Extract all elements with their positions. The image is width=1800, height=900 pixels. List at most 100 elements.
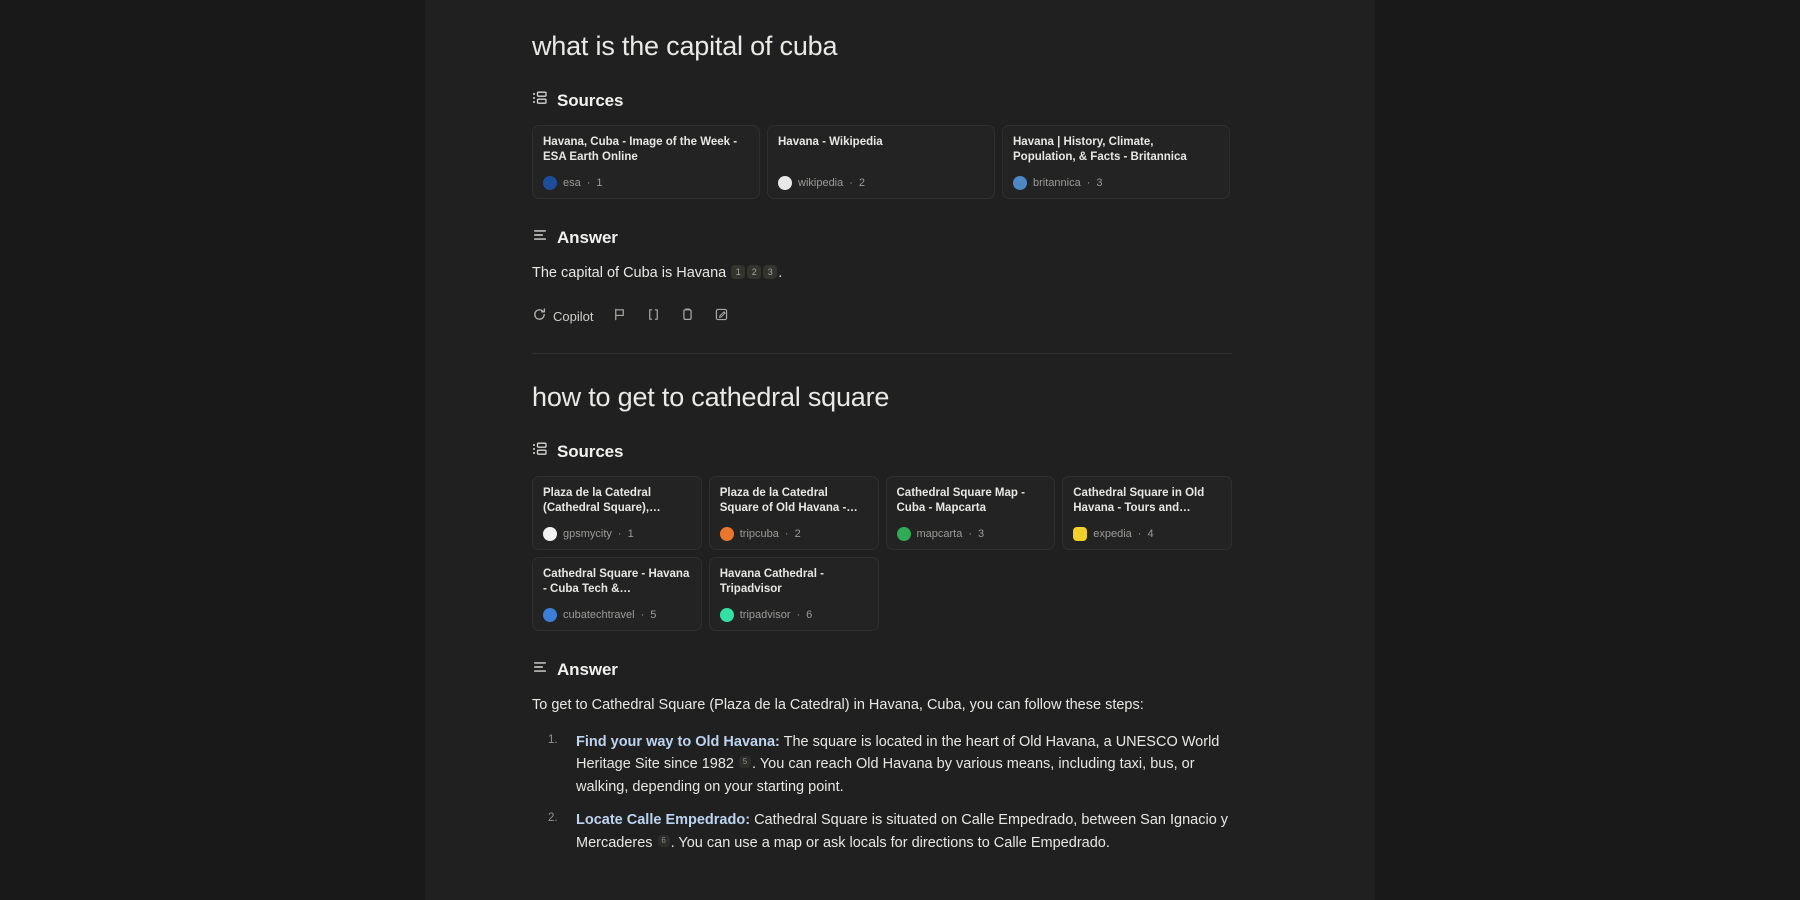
citation-chip[interactable]: 2 — [747, 265, 761, 279]
source-index: 3 — [1096, 177, 1102, 189]
cubatechtravel-icon — [543, 608, 557, 622]
source-index: 1 — [596, 177, 602, 189]
answer-period: . — [778, 265, 782, 281]
source-title: Cathedral Square - Havana - Cuba Tech &… — [543, 567, 691, 596]
copy-button[interactable] — [680, 307, 695, 327]
source-title: Havana - Wikipedia — [778, 135, 984, 150]
brackets-button[interactable] — [646, 307, 661, 327]
source-site: tripcuba — [740, 528, 779, 540]
source-card[interactable]: Plaza de la Catedral (Cathedral Square),… — [532, 476, 702, 550]
source-index: 4 — [1147, 528, 1153, 540]
source-card[interactable]: Cathedral Square Map - Cuba - Mapcarta m… — [886, 476, 1056, 550]
source-title: Havana Cathedral - Tripadvisor — [720, 567, 868, 596]
britannica-icon — [1013, 176, 1027, 190]
source-card[interactable]: Plaza de la Catedral Square of Old Havan… — [709, 476, 879, 550]
answer-sentence: The capital of Cuba is Havana — [532, 265, 726, 281]
sources-label: Sources — [557, 91, 623, 111]
answers-container: what is the capital of cuba Sources Hava… — [532, 0, 1232, 864]
flag-icon — [612, 307, 627, 327]
source-meta: wikipedia · 2 — [778, 176, 984, 190]
answer-heading: Answer — [532, 227, 1232, 248]
source-site: mapcarta — [917, 528, 963, 540]
source-site: britannica — [1033, 177, 1081, 189]
source-site: wikipedia — [798, 177, 843, 189]
refresh-icon — [532, 307, 547, 327]
tripcuba-icon — [720, 527, 734, 541]
sources-stack-icon — [532, 90, 548, 111]
gpsmycity-icon — [543, 527, 557, 541]
source-title: Plaza de la Catedral (Cathedral Square),… — [543, 486, 691, 515]
source-site: tripadvisor — [740, 609, 791, 621]
citation-chip[interactable]: 5 — [739, 756, 751, 768]
list-item: Locate Calle Empedrado: Cathedral Square… — [532, 809, 1232, 855]
flag-button[interactable] — [612, 307, 627, 327]
step-lead: Locate Calle Empedrado: — [576, 812, 750, 828]
source-index: 6 — [806, 609, 812, 621]
answer-actions: Copilot — [532, 307, 1232, 327]
source-index: 1 — [628, 528, 634, 540]
qa-block-2: how to get to cathedral square Sources P… — [532, 354, 1232, 855]
page-title-2: how to get to cathedral square — [532, 381, 1232, 413]
copilot-button[interactable]: Copilot — [532, 307, 593, 327]
citation-chip[interactable]: 6 — [658, 835, 670, 847]
source-meta: mapcarta · 3 — [897, 527, 1045, 541]
edit-icon — [714, 307, 729, 327]
expedia-icon — [1073, 527, 1087, 541]
clipboard-icon — [680, 307, 695, 327]
globe-blue-icon — [543, 176, 557, 190]
tripadvisor-icon — [720, 608, 734, 622]
list-item: Find your way to Old Havana: The square … — [532, 731, 1232, 799]
source-index: 2 — [795, 528, 801, 540]
source-meta: tripadvisor · 6 — [720, 608, 868, 622]
citation-chip[interactable]: 3 — [763, 265, 777, 279]
source-meta: britannica · 3 — [1013, 176, 1219, 190]
source-title: Plaza de la Catedral Square of Old Havan… — [720, 486, 868, 515]
source-title: Havana | History, Climate, Population, &… — [1013, 135, 1219, 164]
answer-lines-icon — [532, 227, 548, 248]
sources-list-1: Havana, Cuba - Image of the Week - ESA E… — [532, 125, 1232, 199]
source-site: expedia — [1093, 528, 1132, 540]
source-site: gpsmycity — [563, 528, 612, 540]
wikipedia-icon — [778, 176, 792, 190]
page-title: what is the capital of cuba — [532, 30, 1232, 62]
answer-label: Answer — [557, 660, 618, 680]
source-card[interactable]: Havana | History, Climate, Population, &… — [1002, 125, 1230, 199]
step-text-2: . You can use a map or ask locals for di… — [671, 835, 1110, 851]
source-title: Havana, Cuba - Image of the Week - ESA E… — [543, 135, 749, 164]
source-index: 2 — [859, 177, 865, 189]
source-card[interactable]: Havana Cathedral - Tripadvisor tripadvis… — [709, 557, 879, 631]
qa-block-1: what is the capital of cuba Sources Hava… — [532, 0, 1232, 354]
source-index: 5 — [650, 609, 656, 621]
source-title: Cathedral Square in Old Havana - Tours a… — [1073, 486, 1221, 515]
sources-heading-2: Sources — [532, 441, 1232, 462]
source-site: esa — [563, 177, 581, 189]
copilot-label: Copilot — [553, 309, 593, 324]
source-meta: esa · 1 — [543, 176, 749, 190]
source-site: cubatechtravel — [563, 609, 635, 621]
edit-button[interactable] — [714, 307, 729, 327]
brackets-icon — [646, 307, 661, 327]
source-meta: gpsmycity · 1 — [543, 527, 691, 541]
citation-chip[interactable]: 1 — [731, 265, 745, 279]
answer-intro: To get to Cathedral Square (Plaza de la … — [532, 694, 1232, 716]
answer-body: The capital of Cuba is Havana 123. — [532, 262, 1232, 284]
source-title: Cathedral Square Map - Cuba - Mapcarta — [897, 486, 1045, 515]
globe-green-icon — [897, 527, 911, 541]
source-index: 3 — [978, 528, 984, 540]
answer-lines-icon — [532, 659, 548, 680]
source-card[interactable]: Havana, Cuba - Image of the Week - ESA E… — [532, 125, 760, 199]
sources-stack-icon — [532, 441, 548, 462]
source-meta: cubatechtravel · 5 — [543, 608, 691, 622]
sources-list-2: Plaza de la Catedral (Cathedral Square),… — [532, 476, 1232, 631]
answer-label: Answer — [557, 228, 618, 248]
source-card[interactable]: Cathedral Square in Old Havana - Tours a… — [1062, 476, 1232, 550]
sources-label: Sources — [557, 442, 623, 462]
source-meta: expedia · 4 — [1073, 527, 1221, 541]
sources-heading: Sources — [532, 90, 1232, 111]
source-meta: tripcuba · 2 — [720, 527, 868, 541]
source-card[interactable]: Cathedral Square - Havana - Cuba Tech &…… — [532, 557, 702, 631]
step-lead: Find your way to Old Havana: — [576, 734, 780, 750]
answer-heading-2: Answer — [532, 659, 1232, 680]
source-card[interactable]: Havana - Wikipedia wikipedia · 2 — [767, 125, 995, 199]
answer-steps: Find your way to Old Havana: The square … — [532, 731, 1232, 855]
